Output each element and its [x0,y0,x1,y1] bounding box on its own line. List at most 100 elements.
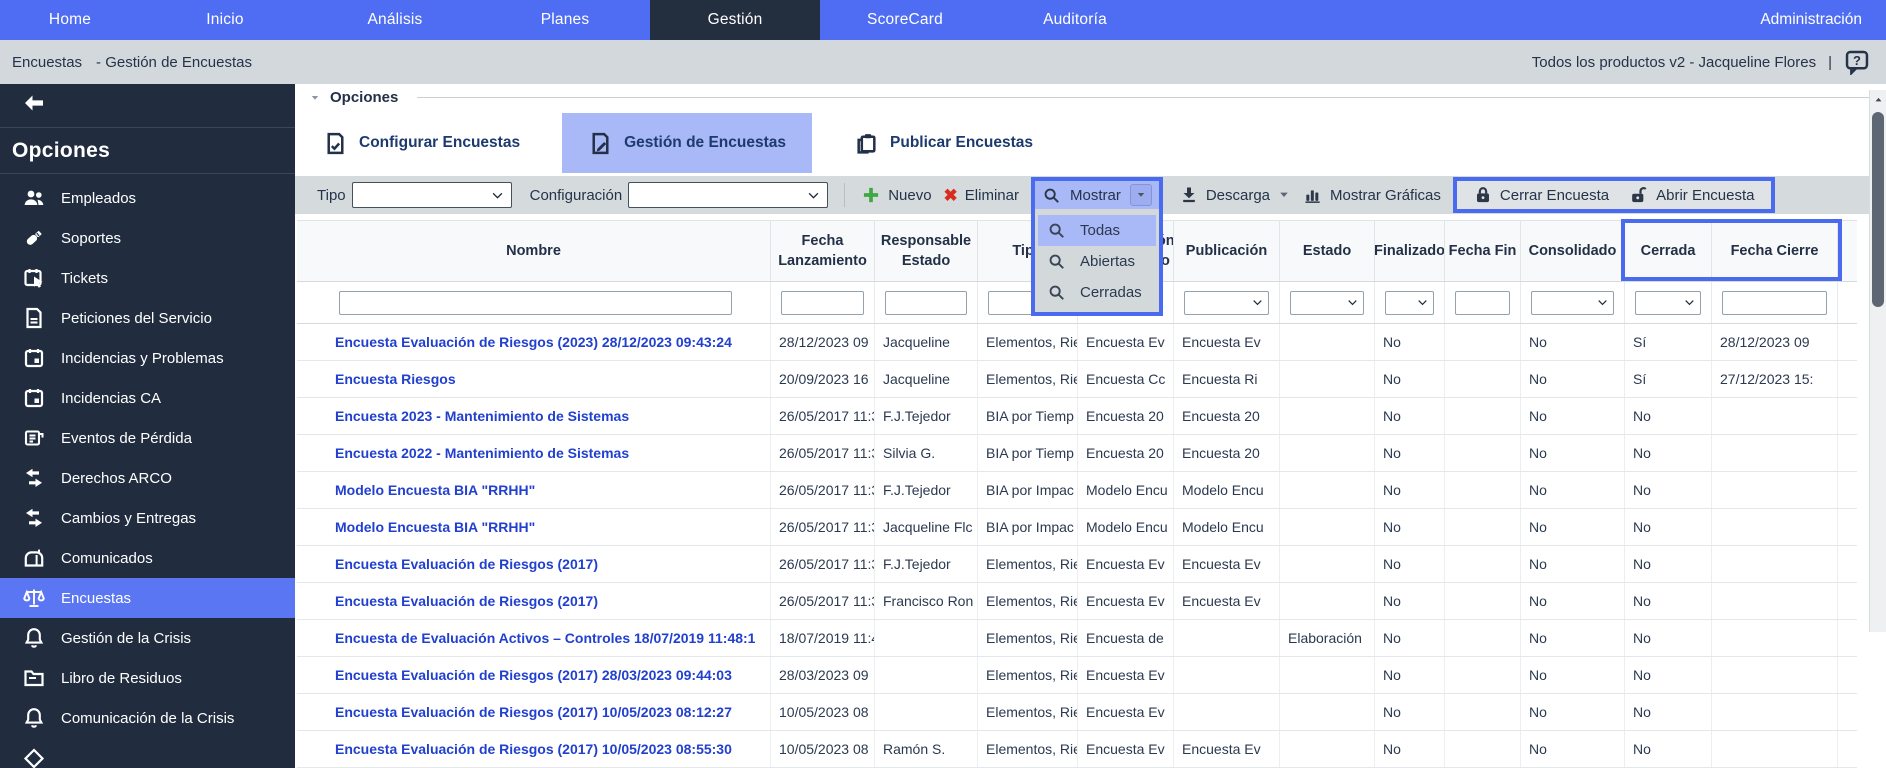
survey-name-link[interactable]: Encuesta Evaluación de Riesgos (2023) 28… [335,334,732,350]
cell-fecha_lanzamiento[interactable]: 26/05/2017 11:3 [771,509,875,545]
cell-fecha_lanzamiento[interactable]: 10/05/2023 08 [771,694,875,730]
cell-configuracion[interactable]: Encuesta de [1078,620,1174,656]
cell-tipo[interactable]: BIA por Tiemp [978,435,1078,471]
cell-publicacion[interactable]: Encuesta Ri [1174,361,1280,397]
descarga-button[interactable]: Descarga [1179,185,1291,205]
table-row[interactable]: Encuesta Evaluación de Riesgos (2017) 26/… [297,546,1857,583]
cell-publicacion[interactable] [1174,657,1280,693]
filter-input-fecha_fin[interactable] [1455,291,1510,315]
cell-publicacion[interactable]: Modelo Encu [1174,509,1280,545]
cell-fecha_cierre[interactable] [1712,731,1838,767]
cell-fecha_lanzamiento[interactable]: 26/05/2017 11:3 [771,583,875,619]
mostrar-button[interactable]: Mostrar [1035,181,1159,209]
cell-configuracion[interactable]: Encuesta Cc [1078,361,1174,397]
tab-gesti-n-de-encuestas[interactable]: Gestión de Encuestas [562,113,812,173]
cell-estado[interactable] [1280,324,1375,360]
cell-publicacion[interactable] [1174,620,1280,656]
nav-item-home[interactable]: Home [0,0,140,40]
column-header-fecha_cierre[interactable]: Fecha Cierre [1712,221,1838,281]
sidebar-item-comunicados[interactable]: Comunicados [0,538,295,578]
cell-fecha_lanzamiento[interactable]: 10/05/2023 08 [771,731,875,767]
cell-tipo[interactable]: BIA por Impac [978,472,1078,508]
cell-publicacion[interactable]: Encuesta Ev [1174,583,1280,619]
mostrar-caret-icon[interactable] [1130,184,1152,206]
nav-item-scorecard[interactable]: ScoreCard [820,0,990,40]
cell-tipo[interactable]: Elementos, Rie [978,694,1078,730]
cell-fecha_fin[interactable] [1445,398,1521,434]
table-row[interactable]: Modelo Encuesta BIA "RRHH"26/05/2017 11:… [297,472,1857,509]
cell-consolidado[interactable]: No [1521,694,1625,730]
cell-estado[interactable] [1280,472,1375,508]
survey-name-link[interactable]: Encuesta Evaluación de Riesgos (2017) [335,593,598,609]
cell-finalizado[interactable]: No [1375,435,1445,471]
survey-name-link[interactable]: Encuesta Evaluación de Riesgos (2017) [335,556,598,572]
cell-responsable[interactable]: Jacqueline Flc [875,509,978,545]
sidebar-item-partial[interactable] [0,738,295,768]
cell-finalizado[interactable]: No [1375,620,1445,656]
mostrar-menu-item-todas[interactable]: Todas [1038,215,1156,246]
cell-responsable[interactable]: F.J.Tejedor [875,398,978,434]
cell-fecha_lanzamiento[interactable]: 26/05/2017 11:3 [771,546,875,582]
cell-responsable[interactable]: F.J.Tejedor [875,546,978,582]
cell-consolidado[interactable]: No [1521,472,1625,508]
cell-fecha_fin[interactable] [1445,583,1521,619]
cell-tipo[interactable]: Elementos, Rie [978,620,1078,656]
nav-item-gestión[interactable]: Gestión [650,0,820,40]
cell-configuracion[interactable]: Encuesta 20 [1078,435,1174,471]
sidebar-item-eventos-de-p-rdida[interactable]: Eventos de Pérdida [0,418,295,458]
cell-responsable[interactable] [875,620,978,656]
vertical-scrollbar[interactable] [1869,90,1886,632]
filter-select-consolidado[interactable] [1531,291,1614,315]
column-header-consolidado[interactable]: Consolidado [1521,221,1625,281]
survey-name-link[interactable]: Encuesta Evaluación de Riesgos (2017) 10… [335,741,732,757]
filter-select-finalizado[interactable] [1385,291,1434,315]
cell-responsable[interactable]: Jacqueline [875,324,978,360]
filter-input-fecha_lanzamiento[interactable] [781,291,864,315]
cell-fecha_fin[interactable] [1445,546,1521,582]
tipo-select[interactable] [352,182,512,208]
cell-estado[interactable] [1280,361,1375,397]
cell-cerrada[interactable]: No [1625,509,1712,545]
cell-consolidado[interactable]: No [1521,731,1625,767]
cell-finalizado[interactable]: No [1375,694,1445,730]
cell-consolidado[interactable]: No [1521,435,1625,471]
cell-cerrada[interactable]: No [1625,694,1712,730]
cell-fecha_cierre[interactable] [1712,657,1838,693]
filter-select-cerrada[interactable] [1635,291,1701,315]
sidebar-item-encuestas[interactable]: Encuestas [0,578,295,618]
cell-cerrada[interactable]: Sí [1625,324,1712,360]
filter-select-estado[interactable] [1290,291,1364,315]
column-header-fecha_fin[interactable]: Fecha Fin [1445,221,1521,281]
cell-tipo[interactable]: Elementos, Rie [978,361,1078,397]
cell-configuracion[interactable]: Modelo Encu [1078,509,1174,545]
eliminar-button[interactable]: ✖ Eliminar [944,187,1019,204]
cell-fecha_cierre[interactable] [1712,694,1838,730]
survey-name-link[interactable]: Encuesta 2023 - Mantenimiento de Sistema… [335,408,629,424]
cell-cerrada[interactable]: No [1625,731,1712,767]
cell-tipo[interactable]: BIA por Impac [978,509,1078,545]
scrollbar-thumb[interactable] [1872,112,1884,307]
cell-fecha_cierre[interactable] [1712,509,1838,545]
cell-consolidado[interactable]: No [1521,324,1625,360]
mostrar-menu-item-cerradas[interactable]: Cerradas [1038,277,1156,308]
table-row[interactable]: Encuesta Evaluación de Riesgos (2017) 10… [297,731,1857,768]
cell-tipo[interactable]: Elementos, Rie [978,731,1078,767]
survey-name-link[interactable]: Encuesta Riesgos [335,371,456,387]
cell-fecha_lanzamiento[interactable]: 28/12/2023 09 [771,324,875,360]
cell-configuracion[interactable]: Encuesta Ev [1078,583,1174,619]
cell-publicacion[interactable]: Encuesta Ev [1174,546,1280,582]
mostrar-graficas-button[interactable]: Mostrar Gráficas [1303,185,1441,205]
cell-fecha_cierre[interactable]: 27/12/2023 15: [1712,361,1838,397]
cell-fecha_lanzamiento[interactable]: 18/07/2019 11:4 [771,620,875,656]
filter-select-publicacion[interactable] [1184,291,1269,315]
filter-input-responsable[interactable] [885,291,967,315]
cell-estado[interactable] [1280,694,1375,730]
cell-responsable[interactable]: Silvia G. [875,435,978,471]
table-row[interactable]: Encuesta Evaluación de Riesgos (2017) 26/… [297,583,1857,620]
tab-configurar-encuestas[interactable]: Configurar Encuestas [315,113,528,173]
cell-consolidado[interactable]: No [1521,546,1625,582]
cell-publicacion[interactable]: Encuesta 20 [1174,398,1280,434]
cell-estado[interactable]: Elaboración [1280,620,1375,656]
cell-responsable[interactable]: Jacqueline [875,361,978,397]
cell-responsable[interactable]: F.J.Tejedor [875,472,978,508]
